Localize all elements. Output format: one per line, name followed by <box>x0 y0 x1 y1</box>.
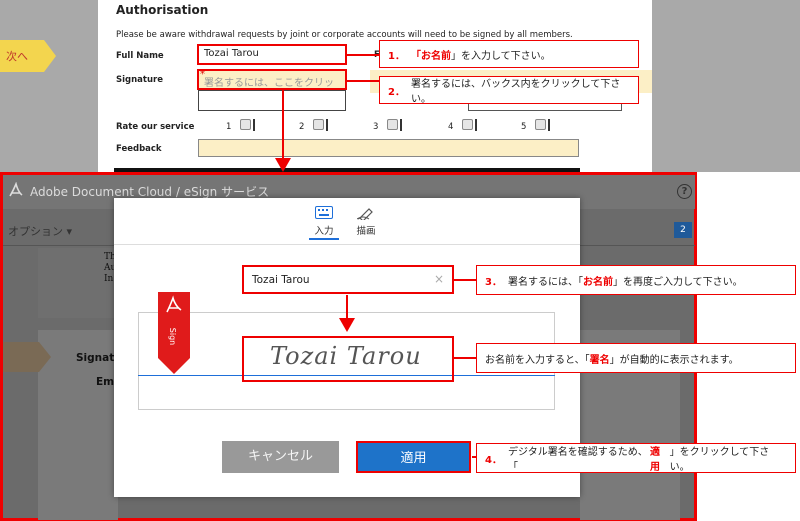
notice-text: Please be aware withdrawal requests by j… <box>116 30 573 40</box>
rate-option-separator <box>475 119 477 131</box>
tab-draw[interactable]: 描画 <box>350 206 382 237</box>
right-margin <box>652 0 800 172</box>
connector-3 <box>454 279 476 281</box>
page-badge: 2 <box>674 222 692 238</box>
pen-icon <box>357 208 373 220</box>
apply-button[interactable]: 適用 <box>356 441 471 473</box>
rate-option-label: 4 <box>448 122 454 132</box>
callout-2: 2． 署名するには、バックス内をクリックして下さい。 <box>379 76 639 105</box>
rate-option-checkbox[interactable] <box>462 119 473 130</box>
highlight-name-input <box>242 265 454 294</box>
left-margin <box>0 0 98 172</box>
arrow-shaft <box>282 90 284 162</box>
sign-flag-text: Sign <box>168 327 178 346</box>
rate-option-checkbox[interactable] <box>313 119 324 130</box>
help-icon[interactable]: ? <box>677 184 692 199</box>
highlight-signature-preview <box>242 336 454 382</box>
signature-box[interactable] <box>198 90 346 111</box>
connector-1 <box>347 54 379 56</box>
feedback-label: Feedback <box>116 144 162 154</box>
rate-option-checkbox[interactable] <box>535 119 546 130</box>
tab-type-label: 入力 <box>314 226 334 237</box>
signature-label: Signature <box>116 75 163 85</box>
callout-auto-signature: お名前を入力すると、「 署名 」が自動的に表示されます。 <box>476 343 796 373</box>
background-page <box>38 248 114 318</box>
bg-text-3: In <box>104 274 114 284</box>
rate-option-label: 5 <box>521 122 527 132</box>
callout-4: 4． デジタル署名を確認するため、「 適用 」をクリックして下さい。 <box>476 443 796 473</box>
rate-option-label: 2 <box>299 122 305 132</box>
tab-draw-label: 描画 <box>356 226 376 237</box>
rate-option-separator <box>326 119 328 131</box>
arrow-down-icon <box>275 158 291 172</box>
feedback-field[interactable] <box>198 139 579 157</box>
active-tab-indicator <box>309 238 339 240</box>
bg-next-arrow-icon <box>3 342 51 372</box>
cancel-button[interactable]: キャンセル <box>222 441 339 473</box>
rate-option-label: 1 <box>226 122 232 132</box>
tab-type[interactable]: 入力 <box>309 206 339 237</box>
callout-1: 1．「お名前 」を入力して下さい。 <box>379 40 639 68</box>
keyboard-icon <box>315 206 333 219</box>
section-heading: Authorisation <box>116 3 209 17</box>
next-field-label[interactable]: 次へ <box>6 48 28 64</box>
highlight-signature <box>197 69 347 90</box>
arrow-down-icon-2 <box>339 318 355 332</box>
connector-4 <box>454 357 476 359</box>
callout-3: 3． 署名するには、「 お名前 」を再度ご入力して下さい。 <box>476 265 796 295</box>
rate-option-checkbox[interactable] <box>387 119 398 130</box>
full-name-label: Full Name <box>116 51 164 61</box>
rate-option-separator <box>253 119 255 131</box>
options-menu[interactable]: オプション ▾ <box>8 223 72 239</box>
dialog-divider <box>114 244 580 245</box>
rate-option-separator <box>400 119 402 131</box>
connector-2 <box>347 80 379 82</box>
acrobat-icon <box>9 182 23 197</box>
rate-option-label: 3 <box>373 122 379 132</box>
highlight-name <box>197 44 347 65</box>
rate-option-checkbox[interactable] <box>240 119 251 130</box>
rate-label: Rate our service <box>116 122 195 132</box>
rate-option-separator <box>548 119 550 131</box>
